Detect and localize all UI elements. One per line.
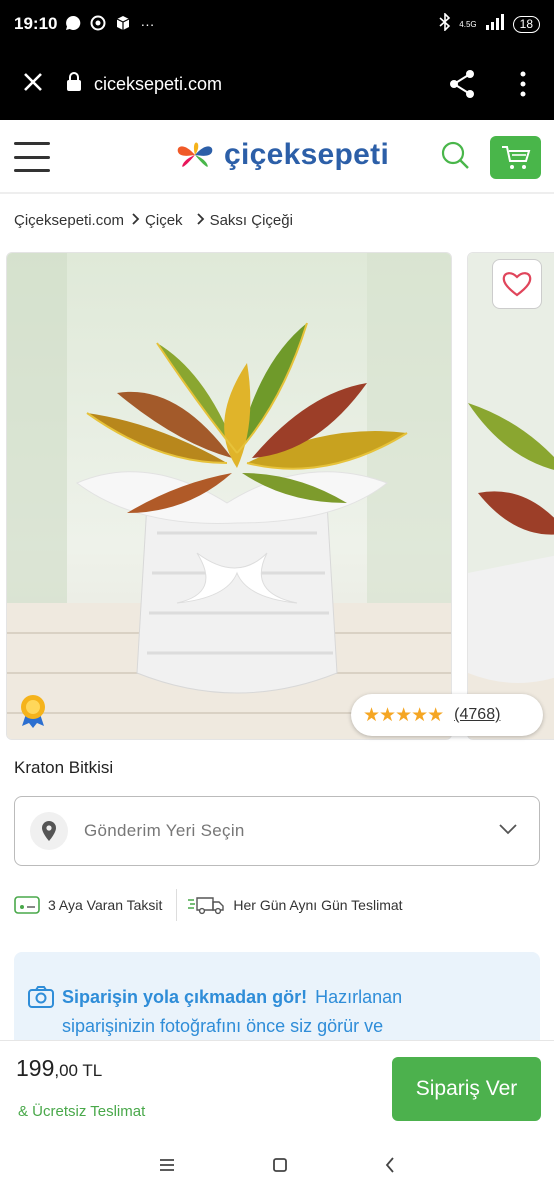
product-image[interactable] <box>6 252 452 740</box>
kebab-menu-icon <box>520 71 526 97</box>
status-time: 19:10 <box>14 14 58 33</box>
bluetooth-icon <box>439 11 451 36</box>
banner-line-1: Siparişin yola çıkmadan gör! Hazırlanan <box>28 986 402 1008</box>
review-count[interactable]: (4768) <box>454 706 500 724</box>
banner-text-1: Hazırlanan <box>315 986 403 1007</box>
system-navigation-bar <box>0 1134 554 1200</box>
share-icon <box>450 70 474 98</box>
back-chevron-icon <box>386 1156 394 1173</box>
more-notifications-icon: ··· <box>140 16 155 32</box>
cart-button[interactable] <box>490 136 541 179</box>
delivery-truck-icon <box>188 897 225 915</box>
delivery-text: Her Gün Aynı Gün Teslimat <box>233 897 403 913</box>
location-placeholder: Gönderim Yeri Seçin <box>84 821 245 840</box>
recent-apps-button[interactable] <box>159 1158 175 1177</box>
flower-logo-icon <box>177 142 213 167</box>
banner-text-2: siparişinizin fotoğrafını önce siz görür… <box>62 1016 384 1036</box>
banner-headline: Siparişin yola çıkmadan gör! <box>62 986 308 1007</box>
chevron-right-icon <box>196 212 205 229</box>
price-decimal: ,00 TL <box>54 1061 103 1080</box>
network-type: 4.5G <box>459 19 477 29</box>
menu-lines-icon <box>159 1158 174 1171</box>
battery-indicator: 18 <box>512 15 540 33</box>
installment-text: 3 Aya Varan Taksit <box>48 897 163 913</box>
lock-icon <box>66 71 82 97</box>
delivery-location-select[interactable]: Gönderim Yeri Seçin <box>14 796 540 866</box>
search-button[interactable] <box>440 140 470 175</box>
price-main: 199 <box>16 1055 55 1081</box>
chevron-right-icon <box>132 212 140 229</box>
heart-icon <box>502 272 532 297</box>
back-button[interactable] <box>385 1156 395 1178</box>
site-header: çiçeksepeti <box>0 120 554 194</box>
rating-summary[interactable]: ★★★★★ (4768) <box>351 694 543 736</box>
favorite-button[interactable] <box>492 259 542 309</box>
browser-toolbar: ciceksepeti.com <box>0 48 554 120</box>
logo-text: çiçeksepeti <box>224 138 390 171</box>
camera-icon <box>28 986 54 1008</box>
croton-plant-image <box>7 253 451 739</box>
product-title: Kraton Bitkisi <box>14 758 114 777</box>
feature-divider <box>176 889 178 921</box>
award-badge-icon <box>18 694 48 733</box>
free-delivery-label: & Ücretsiz Teslimat <box>18 1103 146 1120</box>
messenger-notification-icon <box>90 15 106 34</box>
order-button[interactable]: Sipariş Ver <box>392 1057 541 1121</box>
breadcrumb: Çiçeksepeti.com Çiçek Saksı Çiçeği <box>14 212 293 229</box>
site-logo[interactable]: çiçeksepeti <box>174 138 389 172</box>
purchase-bar: 199,00 TL & Ücretsiz Teslimat Sipariş Ve… <box>0 1040 554 1134</box>
address-bar[interactable]: ciceksepeti.com <box>66 71 223 97</box>
menu-icon-bar <box>14 142 50 145</box>
chat-notification-icon <box>65 15 81 34</box>
breadcrumb-potted-flower[interactable]: Saksı Çiçeği <box>210 212 293 229</box>
cart-icon <box>501 145 530 169</box>
location-pin-icon <box>30 812 68 850</box>
same-day-delivery-feature: Her Gün Aynı Gün Teslimat <box>187 895 403 915</box>
search-icon <box>441 141 469 169</box>
share-button[interactable] <box>432 69 492 99</box>
breadcrumb-home[interactable]: Çiçeksepeti.com <box>14 212 124 229</box>
url-text: ciceksepeti.com <box>94 73 223 94</box>
product-price: 199,00 TL <box>16 1055 102 1082</box>
close-icon <box>24 73 42 91</box>
hamburger-menu-button[interactable] <box>14 142 50 172</box>
feature-row: 3 Aya Varan Taksit Her Gün Aynı Gün Tesl… <box>14 888 403 922</box>
rating-stars: ★★★★★ <box>363 704 444 726</box>
home-button[interactable] <box>272 1157 288 1178</box>
croton-plant-image <box>468 253 554 739</box>
breadcrumb-flower[interactable]: Çiçek <box>145 212 183 229</box>
square-home-icon <box>273 1157 287 1172</box>
menu-icon-bar <box>14 155 50 159</box>
menu-icon-bar <box>14 169 50 172</box>
chevron-down-icon <box>499 822 517 840</box>
browser-menu-button[interactable] <box>492 71 554 97</box>
status-bar: 19:10 ··· 4.5G 18 <box>0 0 554 48</box>
close-tab-button[interactable] <box>0 67 66 101</box>
next-product-image[interactable] <box>467 252 554 740</box>
package-notification-icon <box>115 15 131 34</box>
signal-icon <box>485 13 505 35</box>
credit-card-icon <box>14 896 40 914</box>
installment-feature: 3 Aya Varan Taksit <box>14 895 162 915</box>
